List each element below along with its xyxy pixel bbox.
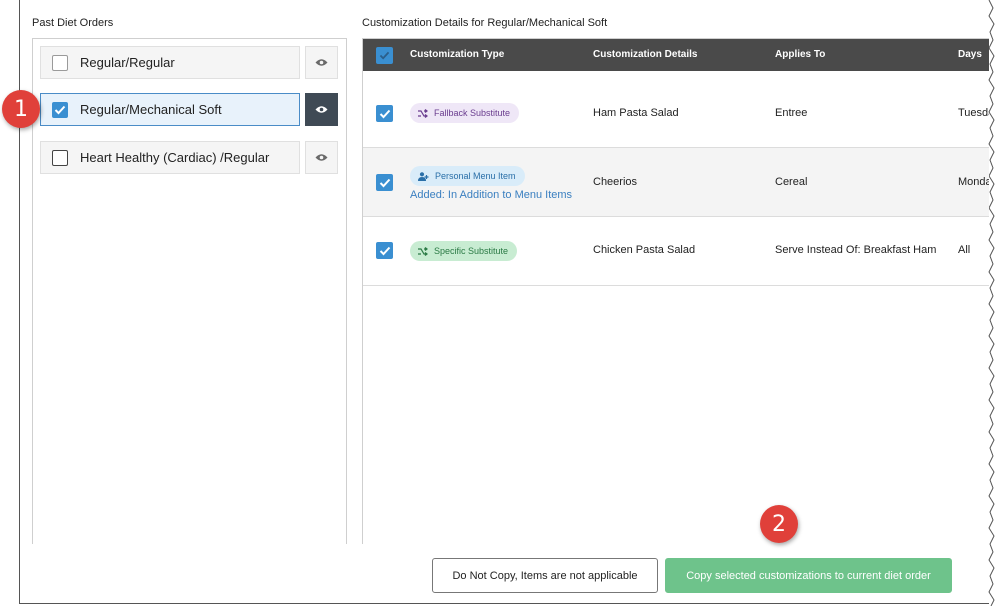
check-icon: [379, 51, 390, 60]
view-eye-button-active[interactable]: [305, 93, 338, 126]
select-all-checkbox[interactable]: [376, 47, 393, 64]
column-header-days[interactable]: Days: [958, 49, 982, 60]
type-badge-fallback: Fallback Substitute: [410, 103, 520, 123]
do-not-copy-button[interactable]: Do Not Copy, Items are not applicable: [432, 558, 658, 593]
diet-order-regular-mechanical-soft[interactable]: Regular/Mechanical Soft: [40, 93, 300, 126]
copy-customizations-button[interactable]: Copy selected customizations to current …: [665, 558, 952, 593]
table-row[interactable]: Personal Menu Item Added: In Addition to…: [363, 148, 989, 217]
applies-to-cell: Cereal: [775, 176, 808, 188]
diet-order-regular-regular[interactable]: Regular/Regular: [40, 46, 300, 79]
checkbox-checked[interactable]: [52, 101, 68, 118]
column-header-details[interactable]: Customization Details: [593, 49, 697, 60]
check-icon: [379, 109, 390, 118]
diet-order-label: Regular/Mechanical Soft: [80, 102, 222, 117]
table-row[interactable]: Specific Substitute Chicken Pasta Salad …: [363, 217, 989, 286]
shuffle-icon: [418, 108, 428, 118]
diet-order-label: Heart Healthy (Cardiac) /Regular: [80, 150, 270, 165]
view-eye-button[interactable]: [305, 46, 338, 79]
person-icon: [418, 171, 429, 181]
added-in-addition-link[interactable]: Added: In Addition to Menu Items: [410, 189, 572, 201]
checkbox-unchecked[interactable]: [52, 149, 68, 166]
applies-to-cell: Entree: [775, 107, 808, 119]
check-icon: [379, 246, 390, 255]
applies-to-cell: Serve Instead Of: Breakfast Ham: [775, 244, 937, 256]
check-icon: [54, 105, 66, 114]
eye-icon: [315, 106, 328, 113]
shuffle-icon: [418, 246, 428, 256]
days-cell: All: [958, 244, 971, 256]
type-badge-personal: Personal Menu Item: [410, 166, 525, 186]
column-header-type[interactable]: Customization Type: [410, 49, 504, 60]
days-cell: Tuesday: [958, 107, 989, 119]
eye-icon: [315, 59, 328, 66]
days-cell: Monday: [958, 176, 989, 188]
details-cell: Ham Pasta Salad: [593, 107, 679, 119]
row-checkbox[interactable]: [376, 174, 393, 191]
details-cell: Cheerios: [593, 176, 638, 188]
column-header-applies-to[interactable]: Applies To: [775, 49, 825, 60]
row-checkbox[interactable]: [376, 105, 393, 122]
view-eye-button[interactable]: [305, 141, 338, 174]
past-diet-orders-title: Past Diet Orders: [32, 17, 114, 29]
type-label: Fallback Substitute: [434, 108, 511, 118]
table-row[interactable]: Fallback Substitute Ham Pasta Salad Entr…: [363, 71, 989, 148]
eye-icon: [315, 154, 328, 161]
row-checkbox[interactable]: [376, 242, 393, 259]
diet-order-heart-healthy-regular[interactable]: Heart Healthy (Cardiac) /Regular: [40, 141, 300, 174]
customization-details-title: Customization Details for Regular/Mechan…: [362, 17, 608, 29]
table-header: Customization Type Customization Details…: [363, 39, 989, 71]
check-icon: [379, 178, 390, 187]
checkbox-unchecked[interactable]: [52, 54, 68, 71]
type-badge-specific: Specific Substitute: [410, 241, 518, 261]
diet-order-label: Regular/Regular: [80, 55, 175, 70]
type-label: Specific Substitute: [434, 246, 509, 256]
step-marker-1: 1: [2, 90, 40, 128]
customization-table: Customization Type Customization Details…: [362, 38, 989, 544]
type-label: Personal Menu Item: [435, 171, 516, 181]
details-cell: Chicken Pasta Salad: [593, 244, 696, 256]
step-marker-2: 2: [760, 505, 798, 543]
